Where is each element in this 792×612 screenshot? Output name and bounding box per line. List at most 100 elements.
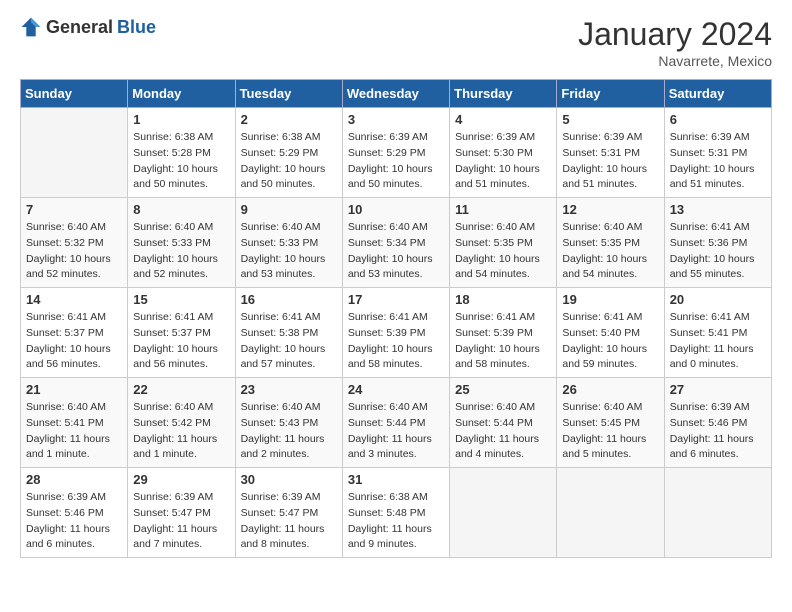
day-number: 12: [562, 202, 658, 217]
day-info: Sunrise: 6:40 AMSunset: 5:42 PMDaylight:…: [133, 400, 229, 463]
day-number: 14: [26, 292, 122, 307]
day-info: Sunrise: 6:40 AMSunset: 5:35 PMDaylight:…: [562, 220, 658, 283]
calendar-cell: 20 Sunrise: 6:41 AMSunset: 5:41 PMDayligh…: [664, 288, 771, 378]
day-info: Sunrise: 6:38 AMSunset: 5:28 PMDaylight:…: [133, 130, 229, 193]
day-info: Sunrise: 6:41 AMSunset: 5:37 PMDaylight:…: [133, 310, 229, 373]
day-info: Sunrise: 6:38 AMSunset: 5:48 PMDaylight:…: [348, 490, 444, 553]
calendar-cell: [21, 108, 128, 198]
day-number: 24: [348, 382, 444, 397]
day-info: Sunrise: 6:40 AMSunset: 5:45 PMDaylight:…: [562, 400, 658, 463]
calendar-cell: [557, 468, 664, 558]
calendar-cell: 30 Sunrise: 6:39 AMSunset: 5:47 PMDayligh…: [235, 468, 342, 558]
day-number: 18: [455, 292, 551, 307]
day-info: Sunrise: 6:39 AMSunset: 5:47 PMDaylight:…: [133, 490, 229, 553]
day-info: Sunrise: 6:39 AMSunset: 5:46 PMDaylight:…: [26, 490, 122, 553]
calendar-cell: 7 Sunrise: 6:40 AMSunset: 5:32 PMDaylight…: [21, 198, 128, 288]
calendar-cell: 10 Sunrise: 6:40 AMSunset: 5:34 PMDayligh…: [342, 198, 449, 288]
calendar-cell: 24 Sunrise: 6:40 AMSunset: 5:44 PMDayligh…: [342, 378, 449, 468]
day-number: 2: [241, 112, 337, 127]
day-info: Sunrise: 6:41 AMSunset: 5:39 PMDaylight:…: [455, 310, 551, 373]
calendar-week-row: 14 Sunrise: 6:41 AMSunset: 5:37 PMDayligh…: [21, 288, 772, 378]
column-header-wednesday: Wednesday: [342, 80, 449, 108]
calendar-cell: [664, 468, 771, 558]
calendar-cell: 3Sunrise: 6:39 AMSunset: 5:29 PMDaylight…: [342, 108, 449, 198]
calendar-cell: 9Sunrise: 6:40 AMSunset: 5:33 PMDaylight…: [235, 198, 342, 288]
calendar-cell: 8Sunrise: 6:40 AMSunset: 5:33 PMDaylight…: [128, 198, 235, 288]
day-number: 15: [133, 292, 229, 307]
calendar-week-row: 21 Sunrise: 6:40 AMSunset: 5:41 PMDayligh…: [21, 378, 772, 468]
day-info: Sunrise: 6:41 AMSunset: 5:40 PMDaylight:…: [562, 310, 658, 373]
column-header-saturday: Saturday: [664, 80, 771, 108]
day-number: 29: [133, 472, 229, 487]
day-info: Sunrise: 6:40 AMSunset: 5:34 PMDaylight:…: [348, 220, 444, 283]
day-info: Sunrise: 6:39 AMSunset: 5:47 PMDaylight:…: [241, 490, 337, 553]
day-info: Sunrise: 6:40 AMSunset: 5:33 PMDaylight:…: [241, 220, 337, 283]
day-number: 19: [562, 292, 658, 307]
calendar-cell: 19 Sunrise: 6:41 AMSunset: 5:40 PMDayligh…: [557, 288, 664, 378]
day-info: Sunrise: 6:41 AMSunset: 5:39 PMDaylight:…: [348, 310, 444, 373]
day-info: Sunrise: 6:41 AMSunset: 5:38 PMDaylight:…: [241, 310, 337, 373]
day-info: Sunrise: 6:40 AMSunset: 5:44 PMDaylight:…: [348, 400, 444, 463]
day-number: 31: [348, 472, 444, 487]
day-number: 20: [670, 292, 766, 307]
title-block: January 2024 Navarrete, Mexico: [578, 16, 772, 69]
calendar-cell: 11 Sunrise: 6:40 AMSunset: 5:35 PMDayligh…: [450, 198, 557, 288]
calendar-cell: 18 Sunrise: 6:41 AMSunset: 5:39 PMDayligh…: [450, 288, 557, 378]
day-info: Sunrise: 6:38 AMSunset: 5:29 PMDaylight:…: [241, 130, 337, 193]
logo: GeneralBlue: [20, 16, 156, 38]
calendar-cell: 21 Sunrise: 6:40 AMSunset: 5:41 PMDayligh…: [21, 378, 128, 468]
column-header-thursday: Thursday: [450, 80, 557, 108]
day-info: Sunrise: 6:41 AMSunset: 5:37 PMDaylight:…: [26, 310, 122, 373]
day-info: Sunrise: 6:39 AMSunset: 5:30 PMDaylight:…: [455, 130, 551, 193]
calendar-cell: 26 Sunrise: 6:40 AMSunset: 5:45 PMDayligh…: [557, 378, 664, 468]
location-subtitle: Navarrete, Mexico: [578, 53, 772, 69]
day-number: 1: [133, 112, 229, 127]
calendar-cell: 5 Sunrise: 6:39 AMSunset: 5:31 PMDaylight…: [557, 108, 664, 198]
day-number: 21: [26, 382, 122, 397]
day-number: 10: [348, 202, 444, 217]
calendar-cell: 27Sunrise: 6:39 AMSunset: 5:46 PMDayligh…: [664, 378, 771, 468]
calendar-week-row: 7 Sunrise: 6:40 AMSunset: 5:32 PMDaylight…: [21, 198, 772, 288]
column-header-friday: Friday: [557, 80, 664, 108]
day-number: 16: [241, 292, 337, 307]
day-info: Sunrise: 6:41 AMSunset: 5:36 PMDaylight:…: [670, 220, 766, 283]
calendar-cell: 13Sunrise: 6:41 AMSunset: 5:36 PMDayligh…: [664, 198, 771, 288]
column-header-sunday: Sunday: [21, 80, 128, 108]
day-info: Sunrise: 6:40 AMSunset: 5:32 PMDaylight:…: [26, 220, 122, 283]
day-number: 26: [562, 382, 658, 397]
logo-text-general: General: [46, 17, 113, 38]
day-info: Sunrise: 6:39 AMSunset: 5:31 PMDaylight:…: [562, 130, 658, 193]
calendar-cell: 17 Sunrise: 6:41 AMSunset: 5:39 PMDayligh…: [342, 288, 449, 378]
day-number: 17: [348, 292, 444, 307]
calendar-cell: [450, 468, 557, 558]
calendar-cell: 29 Sunrise: 6:39 AMSunset: 5:47 PMDayligh…: [128, 468, 235, 558]
day-info: Sunrise: 6:40 AMSunset: 5:35 PMDaylight:…: [455, 220, 551, 283]
logo-icon: [20, 16, 42, 38]
day-number: 8: [133, 202, 229, 217]
day-number: 30: [241, 472, 337, 487]
day-number: 11: [455, 202, 551, 217]
calendar-cell: 15 Sunrise: 6:41 AMSunset: 5:37 PMDayligh…: [128, 288, 235, 378]
column-header-monday: Monday: [128, 80, 235, 108]
day-number: 6: [670, 112, 766, 127]
calendar-cell: 16 Sunrise: 6:41 AMSunset: 5:38 PMDayligh…: [235, 288, 342, 378]
day-info: Sunrise: 6:41 AMSunset: 5:41 PMDaylight:…: [670, 310, 766, 373]
day-info: Sunrise: 6:40 AMSunset: 5:41 PMDaylight:…: [26, 400, 122, 463]
calendar-cell: 4Sunrise: 6:39 AMSunset: 5:30 PMDaylight…: [450, 108, 557, 198]
day-info: Sunrise: 6:40 AMSunset: 5:44 PMDaylight:…: [455, 400, 551, 463]
calendar-cell: 12 Sunrise: 6:40 AMSunset: 5:35 PMDayligh…: [557, 198, 664, 288]
calendar-cell: 1 Sunrise: 6:38 AMSunset: 5:28 PMDaylight…: [128, 108, 235, 198]
day-number: 5: [562, 112, 658, 127]
logo-text-blue: Blue: [117, 17, 156, 38]
day-number: 7: [26, 202, 122, 217]
calendar-table: SundayMondayTuesdayWednesdayThursdayFrid…: [20, 79, 772, 558]
month-title: January 2024: [578, 16, 772, 53]
calendar-cell: 22Sunrise: 6:40 AMSunset: 5:42 PMDayligh…: [128, 378, 235, 468]
calendar-week-row: 1 Sunrise: 6:38 AMSunset: 5:28 PMDaylight…: [21, 108, 772, 198]
day-info: Sunrise: 6:39 AMSunset: 5:31 PMDaylight:…: [670, 130, 766, 193]
calendar-week-row: 28Sunrise: 6:39 AMSunset: 5:46 PMDayligh…: [21, 468, 772, 558]
calendar-cell: 25Sunrise: 6:40 AMSunset: 5:44 PMDayligh…: [450, 378, 557, 468]
page-header: GeneralBlue January 2024 Navarrete, Mexi…: [20, 16, 772, 69]
day-number: 27: [670, 382, 766, 397]
calendar-cell: 23Sunrise: 6:40 AMSunset: 5:43 PMDayligh…: [235, 378, 342, 468]
